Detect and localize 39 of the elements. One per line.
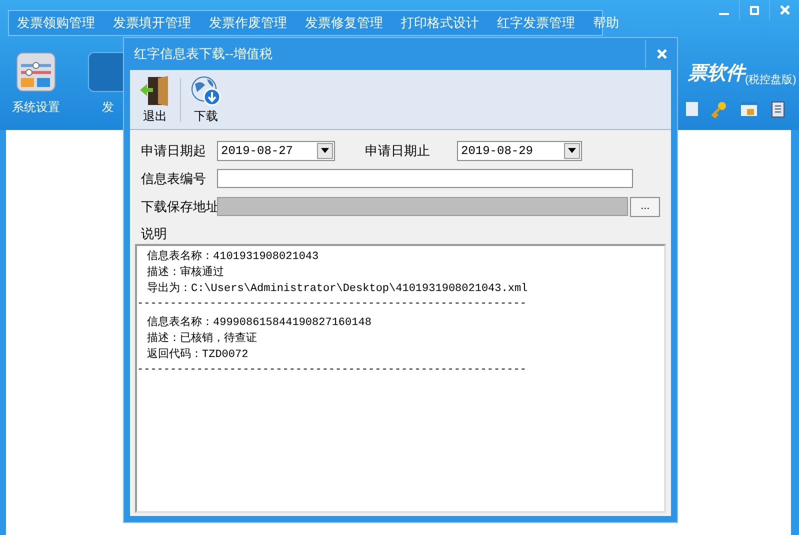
info-number-field[interactable] [217, 169, 633, 188]
menu-item[interactable]: 发票修复管理 [305, 13, 383, 33]
toolbar-button[interactable]: 下载 [187, 74, 225, 124]
separator-line: ----------------------------------------------------------- [137, 299, 528, 312]
dialog-title: 红字信息表下载--增值税 [134, 45, 273, 64]
notes-label: 说明 [141, 225, 168, 242]
field-label: 申请日期起 [141, 142, 207, 160]
separator-line: ----------------------------------------------------------- [137, 365, 528, 378]
notes-textarea[interactable] [135, 244, 666, 513]
key-icon[interactable] [710, 100, 728, 118]
field-label: 申请日期止 [365, 142, 431, 160]
toolbar-button[interactable]: 退出 [136, 74, 174, 124]
menu-item[interactable]: 发票作废管理 [209, 13, 287, 33]
date-dropdown[interactable]: 2019-08-27 [217, 140, 335, 160]
lock-window-icon[interactable] [740, 100, 758, 118]
notes-line: 信息表名称：499908615844190827160148 [147, 315, 372, 331]
close-icon [780, 5, 790, 15]
menu-item[interactable]: 发票填开管理 [113, 13, 191, 33]
field-label: 下载保存地址 [141, 198, 217, 216]
app-toolbar-label[interactable]: 发 [102, 98, 114, 116]
clipboard-icon[interactable] [770, 100, 786, 118]
menu-item[interactable]: 帮助 [593, 13, 619, 33]
globe-download-icon [189, 74, 223, 106]
menu-item[interactable]: 发票领购管理 [17, 13, 95, 33]
notes-line: 信息表名称：4101931908021043 [147, 249, 320, 265]
notes-line: 返回代码：TZD0072 [147, 347, 250, 363]
browse-button[interactable]: ... [630, 196, 660, 216]
settings-panel-icon [16, 52, 56, 92]
menu-item[interactable]: 红字发票管理 [497, 13, 575, 33]
close-icon [656, 49, 666, 59]
notes-line: 描述：审核通过 [147, 265, 225, 281]
menu-item[interactable]: 打印格式设计 [401, 13, 479, 33]
notes-line: 导出为：C:\Users\Administrator\Desktop\4101931908021043.xml [147, 281, 529, 297]
app-toolbar-label[interactable]: 系统设置 [12, 98, 60, 116]
field-label: 信息表编号 [141, 170, 207, 188]
brand-title: 票软件 [688, 62, 745, 84]
brand-edition: (税控盘版) [745, 74, 796, 88]
date-dropdown[interactable]: 2019-08-29 [457, 140, 582, 160]
notes-line: 描述：已核销，待查证 [147, 331, 258, 347]
